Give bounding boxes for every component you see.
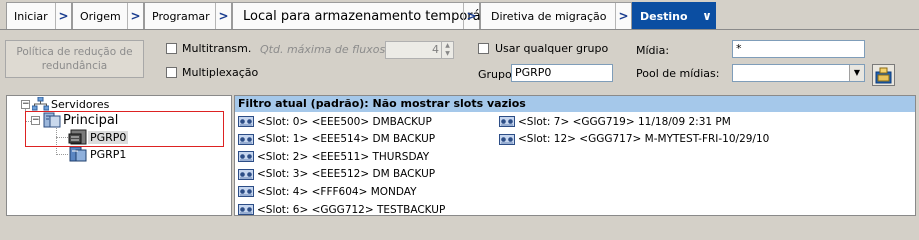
slot-list-item-label: <Slot: 4> <FFF604> MONDAY [257, 185, 417, 198]
tab-label: Local para armazenamento temporário [243, 8, 498, 24]
tree-node-servers[interactable]: Servidores [32, 97, 111, 111]
tape-cartridge-icon [499, 116, 515, 127]
tab-programar[interactable]: Programar > [144, 2, 232, 29]
media-pool-select[interactable]: ▼ [732, 64, 865, 82]
slot-list-item[interactable]: <Slot: 7> <GGG719> 11/18/09 2:31 PM [499, 113, 731, 130]
slot-list-item-label: <Slot: 2> <EEE511> THURSDAY [257, 150, 430, 163]
media-pool-browse-button[interactable] [872, 64, 895, 86]
tree-node-label: Servidores [51, 97, 110, 111]
max-streams-value: 4 [432, 43, 439, 56]
max-streams-label: Qtd. máxima de fluxos [260, 43, 386, 56]
chevron-right-icon: > [615, 3, 631, 29]
tab-label: Destino [640, 9, 688, 23]
tape-cartridge-icon [238, 168, 254, 180]
tab-label: Origem [80, 9, 121, 23]
tape-cartridge-icon [238, 204, 254, 215]
slot-list-panel: Filtro atual (padrão): Não mostrar slots… [234, 95, 916, 216]
tab-label: Programar [152, 9, 210, 23]
tab-destino[interactable]: Destino ∨ [632, 2, 716, 29]
spinner-arrows-icon[interactable]: ▲ ▼ [441, 42, 453, 58]
slot-list-item[interactable]: <Slot: 0> <EEE500> DMBACKUP [238, 113, 432, 130]
slot-list-item-label: <Slot: 6> <GGG712> TESTBACKUP [257, 203, 446, 216]
slot-list-item-label: <Slot: 1> <EEE514> DM BACKUP [257, 133, 436, 146]
dropdown-arrow-icon[interactable]: ▼ [849, 65, 864, 81]
media-pool-icon [875, 67, 892, 83]
tape-cartridge-icon [238, 186, 254, 198]
slot-list-item-label: <Slot: 12> <GGG717> M-MYTEST-FRI-10/29/1… [518, 133, 770, 146]
chevron-right-icon: > [55, 3, 71, 29]
redundancy-reduction-policy-button[interactable]: Política de redução de redundância [5, 40, 144, 78]
filter-header: Filtro atual (padrão): Não mostrar slots… [235, 96, 915, 112]
multiplex-checkbox[interactable] [166, 67, 177, 78]
max-streams-spinner[interactable]: 4 ▲ ▼ [385, 41, 454, 59]
tab-origem[interactable]: Origem > [72, 2, 144, 29]
tape-cartridge-icon [238, 133, 254, 145]
collapse-servers-toggle[interactable]: − [21, 100, 30, 109]
slot-list-item[interactable]: <Slot: 6> <GGG712> TESTBACKUP [238, 201, 445, 218]
slot-list-item[interactable]: <Slot: 12> <GGG717> M-MYTEST-FRI-10/29/1… [499, 131, 769, 148]
tab-label: Diretiva de migração [491, 9, 607, 23]
media-label: Mídia: [636, 44, 670, 57]
chevron-down-icon: ∨ [702, 9, 712, 23]
tree-node-label: PGRP1 [90, 147, 127, 161]
group-field[interactable]: PGRP0 [511, 64, 613, 82]
chevron-right-icon: > [463, 3, 479, 29]
multistream-checkbox[interactable] [166, 43, 177, 54]
tape-cartridge-icon [238, 116, 254, 127]
tape-drive-group-icon [69, 146, 87, 162]
tree-node-pgrp1[interactable]: PGRP1 [68, 146, 128, 162]
any-group-checkbox[interactable] [478, 43, 489, 54]
group-label: Grupo [478, 68, 512, 81]
multiplex-label: Multiplexação [182, 66, 259, 79]
tab-local-armazenamento-temporario[interactable]: Local para armazenamento temporário > [232, 2, 498, 29]
slot-list-item[interactable]: <Slot: 1> <EEE514> DM BACKUP [238, 131, 435, 148]
slot-list-item-label: <Slot: 0> <EEE500> DMBACKUP [257, 115, 432, 128]
slot-list-item-label: <Slot: 7> <GGG719> 11/18/09 2:31 PM [518, 115, 731, 128]
slot-list-item[interactable]: <Slot: 2> <EEE511> THURSDAY [238, 148, 429, 165]
media-pool-label: Pool de mídias: [636, 67, 720, 80]
tape-cartridge-icon [238, 151, 254, 163]
chevron-right-icon: > [215, 3, 231, 29]
slot-list-item[interactable]: <Slot: 4> <FFF604> MONDAY [238, 183, 417, 200]
tab-diretiva-migracao[interactable]: Diretiva de migração > [480, 2, 632, 29]
wizard-tab-bar: Iniciar > Origem > Programar > Local par… [0, 0, 919, 30]
server-tree: − Servidores − Principal PGRP0 PGRP1 [6, 95, 232, 216]
tape-cartridge-icon [499, 133, 515, 145]
servers-network-icon [32, 97, 49, 111]
multistream-label: Multitransm. [182, 42, 252, 55]
highlight-annotation-box [25, 111, 224, 147]
media-field[interactable]: * [732, 40, 865, 58]
slot-list-item[interactable]: <Slot: 3> <EEE512> DM BACKUP [238, 166, 435, 183]
slot-list-item-label: <Slot: 3> <EEE512> DM BACKUP [257, 168, 436, 181]
tab-iniciar[interactable]: Iniciar > [6, 2, 72, 29]
any-group-label: Usar qualquer grupo [495, 42, 609, 55]
chevron-right-icon: > [127, 3, 143, 29]
tab-label: Iniciar [14, 9, 48, 23]
